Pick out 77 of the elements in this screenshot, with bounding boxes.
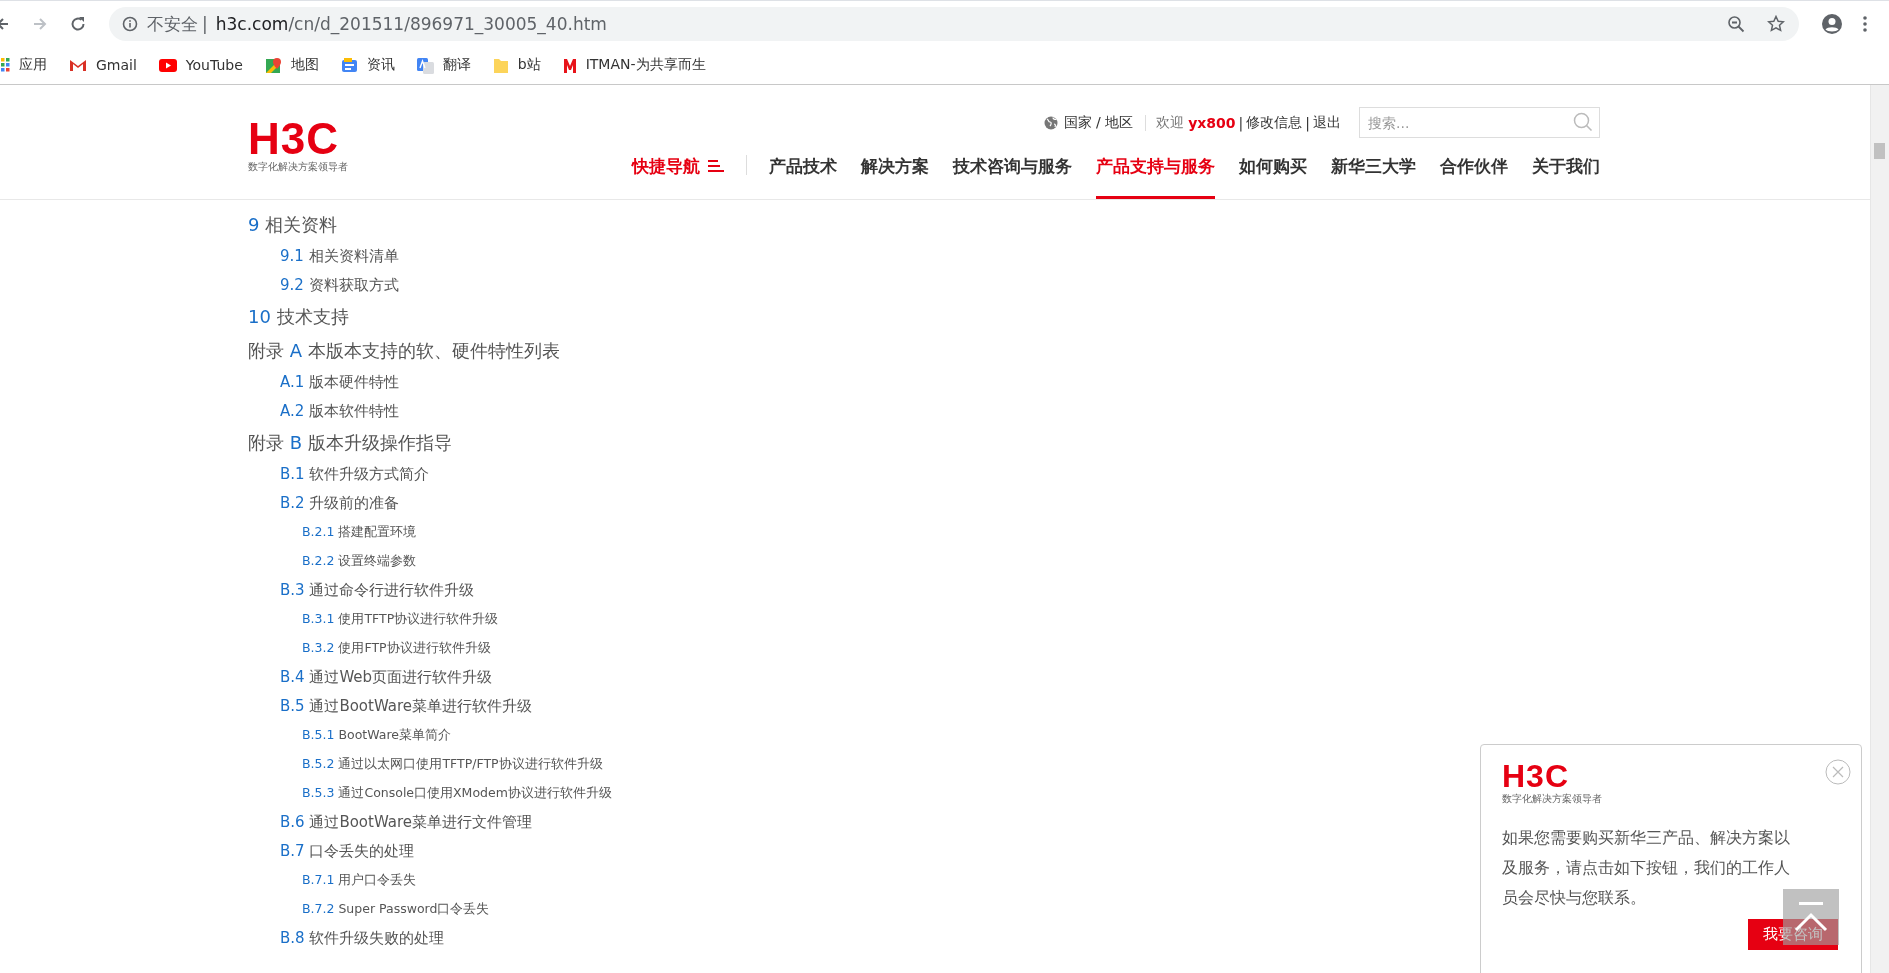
separator-text: | <box>202 14 208 34</box>
toc-link[interactable]: B.3.1 使用TFTP协议进行软件升级 <box>302 611 499 628</box>
zoom-out-icon[interactable] <box>1727 15 1745 33</box>
scrollbar-thumb[interactable] <box>1874 143 1885 159</box>
nav-tab[interactable]: 新华三大学 <box>1331 144 1416 199</box>
bookmark-link[interactable]: 资讯 <box>340 56 395 74</box>
logout-link[interactable]: 退出 <box>1313 113 1341 132</box>
m-logo-icon <box>562 56 577 74</box>
bookmark-link[interactable]: ITMAN-为共享而生 <box>562 56 706 74</box>
toc-link[interactable]: B.8 软件升级失败的处理 <box>280 929 445 948</box>
bookmark-link[interactable]: Gmail <box>69 57 137 73</box>
h3c-logo[interactable]: H3C 数字化解决方案领导者 <box>248 119 348 173</box>
toc-link[interactable]: B.2.1 搭建配置环境 <box>302 524 417 541</box>
toc-link[interactable]: B.7.2 Super Password口令丢失 <box>302 901 490 918</box>
toc-link[interactable]: B.6 通过BootWare菜单进行文件管理 <box>280 813 533 832</box>
toc-link[interactable]: B.3 通过命令行进行软件升级 <box>280 581 475 600</box>
toc-link[interactable]: B.5 通过BootWare菜单进行软件升级 <box>280 697 533 716</box>
nav-tab[interactable]: 技术咨询与服务 <box>953 144 1072 199</box>
nav-tab[interactable]: 合作伙伴 <box>1440 144 1508 199</box>
nav-tab[interactable]: 解决方案 <box>861 144 929 199</box>
separator-text: | <box>1238 114 1244 131</box>
reload-icon[interactable] <box>70 16 86 32</box>
scrollbar[interactable] <box>1870 85 1889 973</box>
toc-link[interactable]: B.5.2 通过以太网口使用TFTP/FTP协议进行软件升级 <box>302 756 603 773</box>
nav-tab[interactable]: 如何购买 <box>1239 144 1307 199</box>
toc-link[interactable]: B.3.2 使用FTP协议进行软件升级 <box>302 640 491 657</box>
list-icon <box>708 160 724 172</box>
apps-grid-icon <box>0 57 10 73</box>
toc-link[interactable]: A.1 版本硬件特性 <box>280 373 400 392</box>
translate-icon <box>416 56 434 74</box>
security-label: 不安全 <box>147 12 198 36</box>
map-pin-icon <box>264 56 282 74</box>
separator-text: | <box>1305 114 1310 131</box>
toc-link[interactable]: 9.2 资料获取方式 <box>280 276 399 295</box>
toc-link[interactable]: 9.1 相关资料清单 <box>280 247 399 266</box>
star-icon[interactable] <box>1767 15 1785 33</box>
url-host: h3c.com <box>215 14 289 34</box>
toc-link[interactable]: B.1 软件升级方式简介 <box>280 465 430 484</box>
toc-link[interactable]: 附录 A 本版本支持的软、硬件特性列表 <box>248 339 560 363</box>
nav-tab[interactable]: 产品技术 <box>769 144 837 199</box>
toc-link[interactable]: 10 技术支持 <box>248 305 349 329</box>
toc-link[interactable]: A.2 版本软件特性 <box>280 402 400 421</box>
bookmark-link[interactable]: 翻译 <box>416 56 471 74</box>
toc-link[interactable]: B.2 升级前的准备 <box>280 494 400 513</box>
account-icon[interactable] <box>1821 13 1843 35</box>
address-bar[interactable]: 不安全 | h3c.com/cn/d_201511/896971_30005_40.htm <box>109 7 1799 41</box>
toc-link[interactable]: B.2.2 设置终端参数 <box>302 553 417 570</box>
news-icon <box>340 57 358 73</box>
toc-link[interactable]: B.7.1 用户口令丢失 <box>302 872 417 889</box>
toc-link[interactable]: B.5.1 BootWare菜单简介 <box>302 727 451 744</box>
globe-icon <box>1043 115 1058 130</box>
folder-icon <box>492 56 509 74</box>
bookmark-link[interactable]: YouTube <box>158 57 243 73</box>
info-icon[interactable] <box>122 16 138 32</box>
nav-tab[interactable]: 产品支持与服务 <box>1096 144 1215 199</box>
region-link[interactable]: 国家 / 地区 <box>1043 113 1134 132</box>
url-path: /cn/d_201511/896971_30005_40.htm <box>288 14 607 34</box>
search-field[interactable]: 搜索... <box>1359 107 1600 138</box>
toc-link[interactable]: B.7 口令丢失的处理 <box>280 842 415 861</box>
toc-link[interactable]: B.5.3 通过Console口使用XModem协议进行软件升级 <box>302 785 612 802</box>
nav-tab[interactable]: 关于我们 <box>1532 144 1600 199</box>
quick-nav-link[interactable]: 快捷导航 <box>632 144 724 199</box>
toc-link[interactable]: B.4 通过Web页面进行软件升级 <box>280 668 493 687</box>
h3c-logo[interactable]: H3C 数字化解决方案领导者 <box>1502 761 1602 805</box>
toc-link[interactable]: 附录 B 版本升级操作指导 <box>248 431 452 455</box>
toc-link[interactable]: 9 相关资料 <box>248 213 338 237</box>
play-icon <box>158 57 177 73</box>
popup-message: 如果您需要购买新华三产品、解决方案以及服务，请点击如下按钮，我们的工作人员会尽快与您联系。 <box>1502 827 1791 909</box>
welcome-text: 欢迎 <box>1156 113 1185 132</box>
bookmark-link[interactable]: 应用 <box>0 56 47 74</box>
back-icon[interactable] <box>0 16 10 32</box>
menu-icon[interactable] <box>1863 16 1867 32</box>
username-link[interactable]: yx800 <box>1188 114 1236 131</box>
edit-profile-link[interactable]: 修改信息 <box>1246 113 1303 132</box>
bookmark-link[interactable]: b站 <box>492 56 541 74</box>
mail-icon <box>69 57 87 73</box>
bookmark-link[interactable]: 地图 <box>264 56 319 74</box>
